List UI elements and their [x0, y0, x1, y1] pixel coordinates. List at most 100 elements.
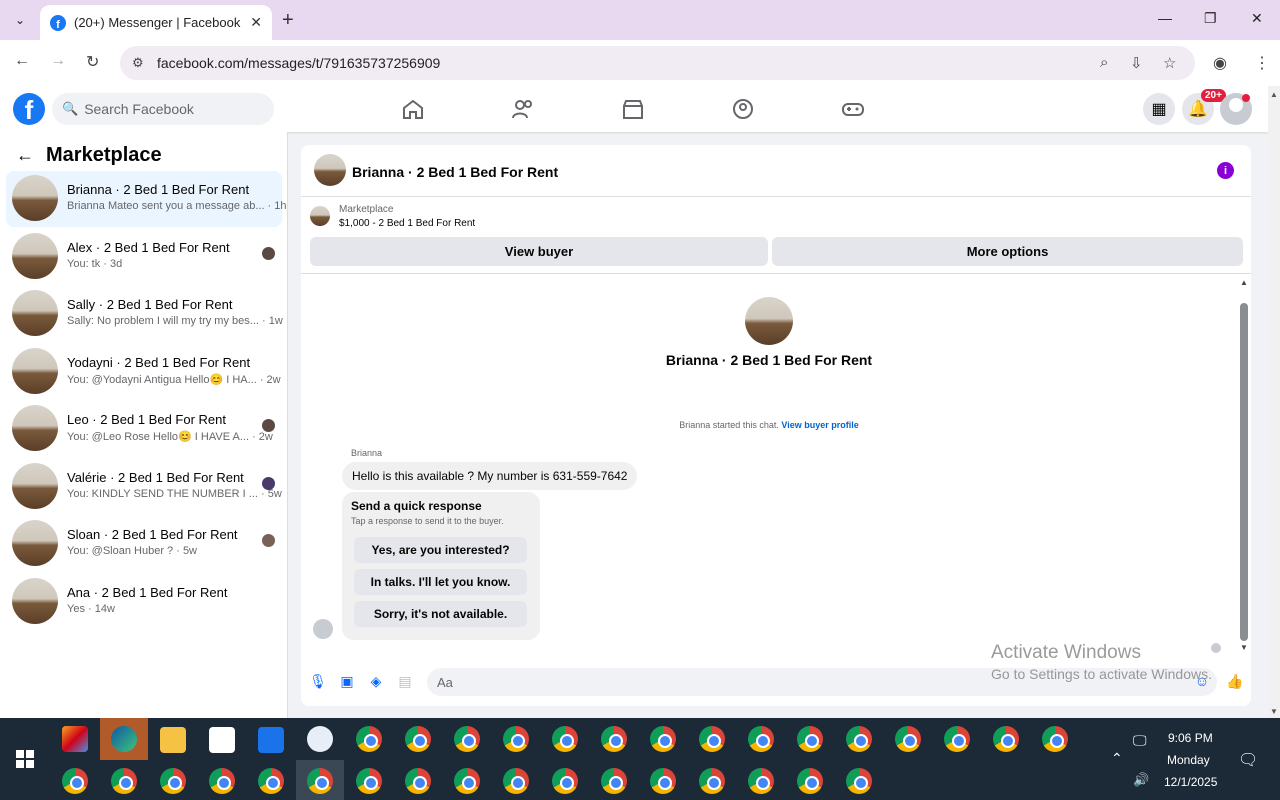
back-arrow-icon[interactable]: ← [14, 52, 30, 70]
conversation-item[interactable]: Ana · 2 Bed 1 Bed For Rent Yes · 14w [6, 574, 282, 630]
copilot-icon[interactable] [62, 726, 88, 752]
reload-icon[interactable]: ↻ [86, 52, 99, 72]
clock-time[interactable]: 9:06 PM [1168, 731, 1213, 745]
browser-menu-icon[interactable]: ⋮ [1254, 53, 1270, 73]
windows-start-icon[interactable] [16, 750, 34, 768]
conversation-item[interactable]: Yodayni · 2 Bed 1 Bed For Rent You: @Yod… [6, 344, 282, 400]
restore-icon[interactable]: ❐ [1204, 10, 1217, 27]
chat-title[interactable]: Brianna · 2 Bed 1 Bed For Rent [352, 164, 558, 180]
page-scrollbar[interactable]: ▲ ▼ [1268, 86, 1280, 718]
scroll-down-icon[interactable]: ▼ [1270, 707, 1278, 716]
microphone-icon[interactable]: 🎙 [309, 673, 327, 689]
profile-icon[interactable]: ◉ [1213, 53, 1227, 73]
site-settings-icon[interactable]: ⚙ [132, 55, 144, 71]
zoom-icon[interactable]: ⌕ [1100, 54, 1108, 71]
chrome-profile-icon[interactable] [405, 726, 431, 752]
close-window-icon[interactable]: ✕ [1251, 10, 1263, 27]
close-tab-icon[interactable]: ✕ [250, 14, 262, 31]
gif-icon[interactable]: ▤ [397, 673, 413, 689]
chrome-profile-icon[interactable] [748, 726, 774, 752]
clock-date[interactable]: 12/1/2025 [1164, 775, 1217, 789]
gaming-icon[interactable] [841, 98, 865, 120]
bookmark-star-icon[interactable]: ☆ [1163, 54, 1176, 72]
chrome-profile-icon[interactable] [209, 768, 235, 794]
chrome-profile-icon[interactable] [797, 768, 823, 794]
chrome-profile-icon[interactable] [503, 726, 529, 752]
chrome-profile-icon[interactable] [405, 768, 431, 794]
outlook-icon[interactable] [258, 727, 284, 753]
app-icon[interactable] [307, 726, 333, 752]
view-buyer-profile-link[interactable]: View buyer profile [781, 420, 858, 430]
url-text[interactable]: facebook.com/messages/t/791635737256909 [157, 55, 440, 71]
minimize-icon[interactable]: — [1158, 10, 1172, 26]
scroll-up-icon[interactable]: ▲ [1240, 278, 1248, 287]
chrome-profile-icon[interactable] [503, 768, 529, 794]
scroll-up-icon[interactable]: ▲ [1270, 90, 1278, 99]
install-app-icon[interactable]: ⇩ [1130, 54, 1143, 72]
chrome-profile-icon[interactable] [748, 768, 774, 794]
conversation-item[interactable]: Brianna · 2 Bed 1 Bed For Rent Brianna M… [6, 171, 287, 227]
chrome-profile-icon[interactable] [62, 768, 88, 794]
notifications-center-icon[interactable]: 🗨 [1238, 750, 1258, 770]
conversation-item[interactable]: Sally · 2 Bed 1 Bed For Rent Sally: No p… [6, 286, 283, 342]
quick-response-in-talks-button[interactable]: In talks. I'll let you know. [354, 569, 527, 595]
chrome-profile-icon[interactable] [846, 726, 872, 752]
chrome-profile-icon[interactable] [699, 726, 725, 752]
chrome-profile-icon[interactable] [160, 768, 186, 794]
view-buyer-button[interactable]: View buyer [310, 237, 768, 266]
scrollbar-thumb[interactable] [1240, 303, 1248, 641]
quick-response-yes-button[interactable]: Yes, are you interested? [354, 537, 527, 563]
chrome-profile-icon[interactable] [601, 726, 627, 752]
chrome-profile-icon[interactable] [601, 768, 627, 794]
chrome-profile-icon[interactable] [944, 726, 970, 752]
chrome-profile-icon[interactable] [552, 768, 578, 794]
chrome-profile-icon[interactable] [1042, 726, 1068, 752]
friends-icon[interactable] [511, 98, 535, 120]
chrome-icon[interactable] [356, 726, 382, 752]
back-arrow-icon[interactable]: ← [16, 145, 34, 166]
forward-arrow-icon[interactable]: → [50, 52, 66, 70]
scroll-down-icon[interactable]: ▼ [1240, 643, 1248, 652]
file-explorer-icon[interactable] [160, 727, 186, 753]
edge-icon[interactable] [111, 726, 137, 752]
sticker-icon[interactable]: ◈ [368, 673, 384, 689]
conversation-item[interactable]: Alex · 2 Bed 1 Bed For Rent You: tk · 3d [6, 229, 282, 285]
store-icon[interactable] [209, 727, 235, 753]
chrome-profile-icon[interactable] [650, 768, 676, 794]
chrome-profile-icon[interactable] [895, 726, 921, 752]
home-icon[interactable] [401, 98, 425, 120]
chrome-profile-icon[interactable] [454, 726, 480, 752]
chrome-profile-icon[interactable] [258, 768, 284, 794]
chrome-profile-icon[interactable] [552, 726, 578, 752]
more-options-button[interactable]: More options [772, 237, 1243, 266]
tab-search-dropdown-icon[interactable]: ⌄ [8, 8, 32, 32]
conversation-item[interactable]: Sloan · 2 Bed 1 Bed For Rent You: @Sloan… [6, 516, 282, 572]
quick-response-not-available-button[interactable]: Sorry, it's not available. [354, 601, 527, 627]
like-thumb-icon[interactable]: 👍 [1226, 673, 1243, 689]
search-input[interactable]: 🔍 Search Facebook [52, 93, 274, 125]
address-bar[interactable]: ⚙ facebook.com/messages/t/79163573725690… [120, 46, 1195, 80]
chrome-profile-icon[interactable] [307, 768, 333, 794]
thread-scrollbar[interactable]: ▲ ▼ [1237, 275, 1251, 657]
show-hidden-icons[interactable]: ⌃ [1111, 750, 1123, 767]
conversation-item[interactable]: Valérie · 2 Bed 1 Bed For Rent You: KIND… [6, 459, 282, 515]
chrome-profile-icon[interactable] [797, 726, 823, 752]
clock-day[interactable]: Monday [1167, 753, 1210, 767]
chrome-profile-icon[interactable] [846, 768, 872, 794]
network-icon[interactable]: 🖵 [1133, 732, 1147, 749]
chat-avatar[interactable] [314, 154, 346, 186]
info-icon[interactable]: i [1217, 162, 1234, 179]
chrome-profile-icon[interactable] [356, 768, 382, 794]
menu-grid-icon[interactable]: ▦ [1143, 93, 1175, 125]
volume-icon[interactable]: 🔊 [1133, 772, 1149, 788]
chrome-profile-icon[interactable] [699, 768, 725, 794]
chrome-profile-icon[interactable] [111, 768, 137, 794]
photo-icon[interactable]: ▣ [339, 673, 355, 689]
browser-tab-active[interactable]: f (20+) Messenger | Facebook ✕ [40, 5, 272, 40]
chrome-profile-icon[interactable] [650, 726, 676, 752]
groups-icon[interactable] [731, 98, 755, 120]
chrome-profile-icon[interactable] [993, 726, 1019, 752]
marketplace-icon[interactable] [621, 98, 645, 120]
conversation-item[interactable]: Leo · 2 Bed 1 Bed For Rent You: @Leo Ros… [6, 401, 282, 457]
chrome-profile-icon[interactable] [454, 768, 480, 794]
